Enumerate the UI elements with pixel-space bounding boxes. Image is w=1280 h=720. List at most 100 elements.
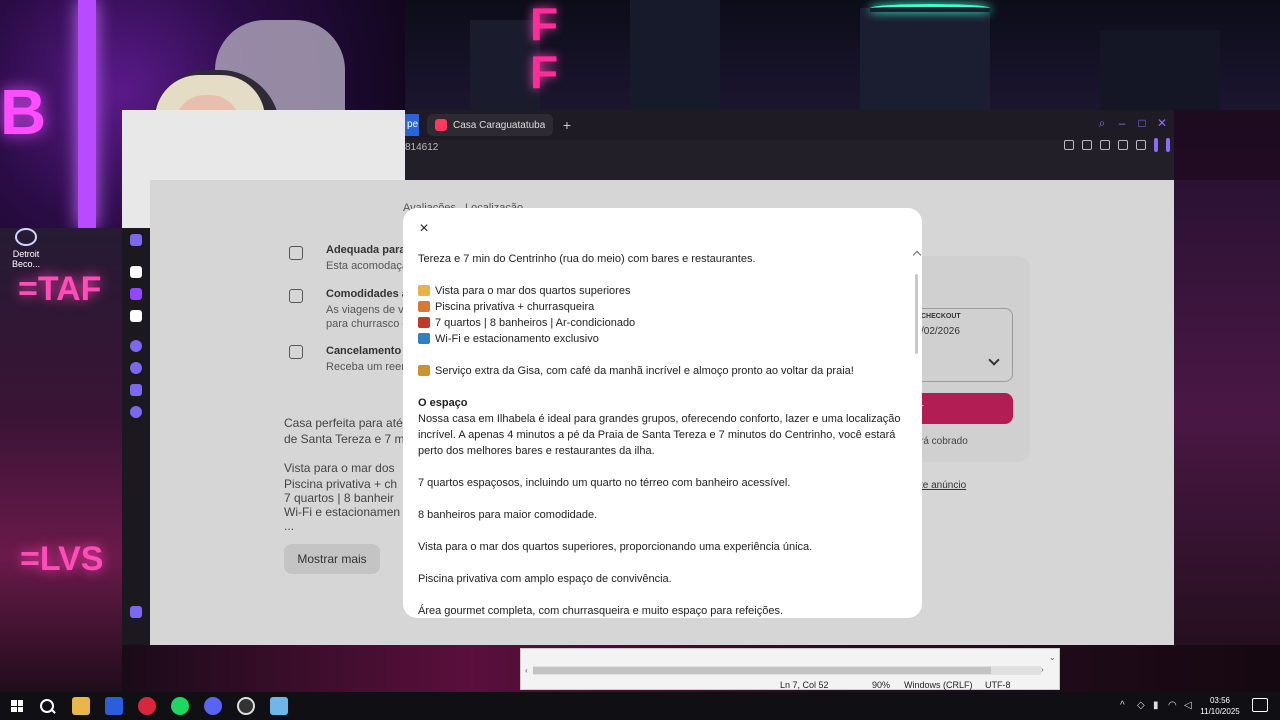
clock[interactable]: 03:56 11/10/2025 — [1200, 695, 1240, 717]
wifi-icon[interactable]: ◠ — [1168, 700, 1177, 711]
line-text: Wi-Fi e estacionamento exclusivo — [435, 333, 599, 345]
scroll-right-icon[interactable]: › — [1041, 665, 1044, 674]
extensions-icon[interactable] — [130, 384, 142, 396]
line-text: Tereza e 7 min do Centrinho (rua do meio… — [418, 253, 756, 265]
report-listing-link[interactable]: te anúncio — [920, 480, 966, 491]
desktop-shortcut[interactable]: Detroit Beco... — [6, 228, 46, 269]
emoji-icon — [418, 285, 430, 296]
notepad-icon[interactable] — [270, 697, 288, 715]
maximize-icon[interactable]: □ — [1136, 116, 1148, 130]
search-icon[interactable]: ⌕ — [1096, 116, 1108, 130]
file-explorer-icon[interactable] — [72, 697, 90, 715]
description-line: Serviço extra da Gisa, com café da manhã… — [418, 363, 903, 379]
wallpaper-neon-sign: FF — [530, 0, 571, 98]
description-line: Piscina privativa + churrasqueira — [418, 299, 903, 315]
arc-icon[interactable] — [130, 266, 142, 278]
wallpaper-building — [860, 8, 990, 110]
close-icon[interactable]: ✕ — [1156, 116, 1168, 130]
line-text: perto dos melhores bares e restaurantes … — [418, 445, 655, 457]
tab-previous[interactable]: pe — [405, 114, 419, 136]
summary-line: Casa perfeita para até 4 — [284, 416, 413, 430]
line-text: 7 quartos espaçosos, incluindo um quarto… — [418, 477, 791, 489]
network-icon[interactable]: ◇ — [1137, 700, 1145, 711]
start-icon[interactable] — [8, 697, 26, 715]
capture-icon[interactable] — [1082, 140, 1092, 150]
volume-icon[interactable]: ◁ — [1184, 700, 1192, 711]
tab-label: pe — [407, 119, 419, 130]
emoji-icon — [418, 333, 430, 344]
search-icon[interactable] — [38, 697, 56, 715]
description-line: 7 quartos espaçosos, incluindo um quarto… — [418, 475, 903, 491]
microphone-icon[interactable]: ▮ — [1153, 700, 1159, 711]
summary-item: 7 quartos | 8 banheir — [284, 491, 394, 505]
desktop-shortcut-label: Detroit Beco... — [11, 249, 40, 269]
description-line: incrível. A apenas 4 minutos a pé da Pra… — [418, 427, 903, 443]
scroll-left-icon[interactable]: ‹ — [525, 666, 528, 675]
checkout-label: CHECKOUT — [921, 313, 961, 320]
description-line: 7 quartos | 8 banheiros | Ar-condicionad… — [418, 315, 903, 331]
url-text: 814612 — [405, 142, 439, 153]
twitch-icon[interactable] — [130, 288, 142, 300]
summary-line: de Santa Tereza e 7 min — [284, 432, 414, 446]
reserve-button[interactable]: r — [920, 393, 1013, 424]
settings-icon[interactable] — [130, 406, 142, 418]
calendar-icon — [289, 345, 303, 359]
address-bar[interactable]: 814612 — [405, 138, 1174, 180]
line-text: Vista para o mar dos quartos superiores,… — [418, 541, 813, 553]
play-icon[interactable] — [1118, 140, 1128, 150]
status-encoding: UTF-8 — [985, 680, 1011, 690]
emoji-icon — [418, 301, 430, 312]
wallpaper-neon-sign: =LVS — [20, 540, 104, 578]
description-line: 8 banheiros para maior comodidade. — [418, 507, 903, 523]
sidebar-more-icon[interactable] — [130, 606, 142, 618]
line-text: Vista para o mar dos quartos superiores — [435, 285, 631, 297]
tab-bar: pe Casa Caraguatatuba - Ca + ⌕ – □ ✕ — [405, 110, 1174, 140]
player-icon[interactable] — [130, 340, 142, 352]
close-icon[interactable]: × — [415, 220, 433, 238]
wallpaper-neon-sign: =TAF — [18, 270, 102, 308]
panel-icon[interactable] — [1166, 138, 1170, 152]
section-heading: O espaço — [418, 395, 903, 411]
panel-icon[interactable] — [1154, 138, 1158, 152]
browser-sidebar — [122, 228, 150, 645]
minimize-icon[interactable]: – — [1116, 116, 1128, 130]
pin-icon[interactable] — [1064, 140, 1074, 150]
spotify-icon[interactable] — [171, 697, 189, 715]
discord-icon[interactable] — [204, 697, 222, 715]
summary-item: Piscina privativa + ch — [284, 477, 398, 491]
game-icon — [15, 228, 37, 246]
window-controls: ⌕ – □ ✕ — [1096, 116, 1168, 130]
scroll-up-icon[interactable] — [912, 250, 922, 260]
history-icon[interactable] — [130, 362, 142, 374]
tab-title: Casa Caraguatatuba - Ca — [453, 119, 545, 131]
airbnb-icon — [435, 119, 447, 131]
tray-chevron-icon[interactable]: ^ — [1120, 700, 1125, 711]
tab-airbnb[interactable]: Casa Caraguatatuba - Ca — [427, 114, 553, 136]
new-tab-button[interactable]: + — [559, 117, 575, 133]
x-icon[interactable] — [130, 310, 142, 322]
line-text: Nossa casa em Ilhabela é ideal para gran… — [418, 413, 901, 425]
chevron-down-icon[interactable]: ⌄ — [1049, 653, 1056, 662]
description-line: Nossa casa em Ilhabela é ideal para gran… — [418, 411, 903, 427]
notification-icon[interactable] — [1252, 698, 1268, 712]
obs-icon[interactable] — [237, 697, 255, 715]
shield-icon[interactable] — [1100, 140, 1110, 150]
modal-scrollbar[interactable] — [915, 274, 918, 354]
heart-icon[interactable] — [1136, 140, 1146, 150]
description-modal: × Tereza e 7 min do Centrinho (rua do me… — [403, 208, 922, 618]
messenger-icon[interactable] — [130, 234, 142, 246]
scroll-thumb[interactable] — [533, 667, 991, 674]
feature-desc: As viagens de ver — [326, 304, 414, 316]
summary-item: Wi-Fi e estacionamen — [284, 505, 401, 519]
description-line: Tereza e 7 min do Centrinho (rua do meio… — [418, 251, 903, 267]
arc-icon[interactable] — [105, 697, 123, 715]
show-more-button[interactable]: Mostrar mais — [284, 544, 380, 574]
description-line: Vista para o mar dos quartos superiores — [418, 283, 903, 299]
wallpaper-neon-arc — [870, 4, 990, 12]
opera-icon[interactable] — [138, 697, 156, 715]
